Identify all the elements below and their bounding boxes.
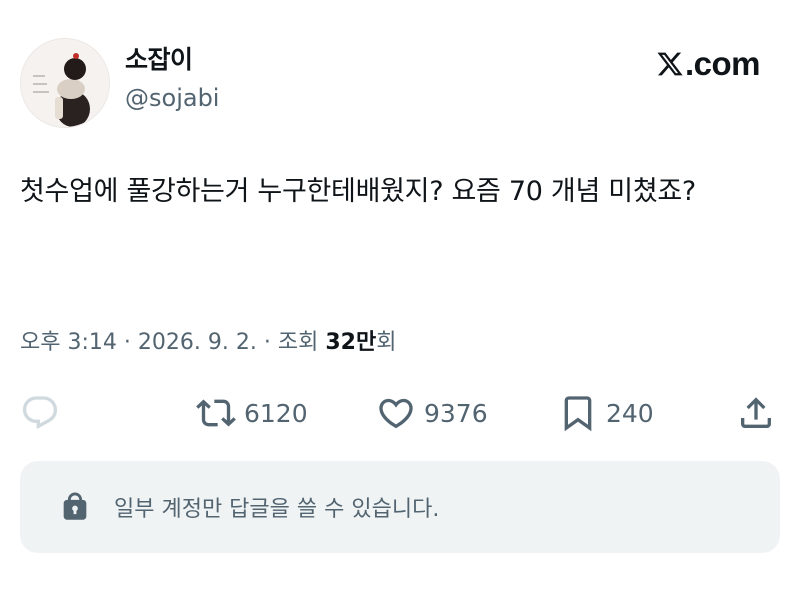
reply-restriction-notice: 일부 계정만 답글을 쓸 수 있습니다.: [20, 461, 780, 553]
avatar-image: [21, 39, 109, 127]
reply-icon: [22, 396, 58, 430]
views-label: 조회: [277, 330, 319, 355]
retweet-button[interactable]: 6120: [196, 388, 308, 438]
tweet-text: 첫수업에 풀강하는거 누구한테배웠지? 요즘 70 개념 미쳤죠?: [20, 176, 696, 207]
brand-domain: .com: [684, 45, 761, 82]
reply-button[interactable]: [20, 388, 60, 438]
lock-icon: [63, 492, 87, 520]
like-count: 9376: [424, 398, 488, 428]
tweet-time[interactable]: 오후 3:14: [20, 330, 117, 355]
bookmark-button[interactable]: 240: [558, 388, 654, 438]
views-count: 32만: [325, 330, 377, 355]
reply-restriction-text: 일부 계정만 답글을 쓸 수 있습니다.: [114, 497, 440, 522]
action-bar: 6120 9376 240: [20, 388, 780, 438]
bookmark-icon: [564, 396, 592, 432]
share-icon: [741, 397, 771, 428]
x-logo-brand: .com: [656, 42, 761, 86]
tweet-meta: 오후 3:14 · 2026. 9. 2. · 조회 32만회: [20, 327, 396, 359]
user-handle[interactable]: @sojabi: [125, 82, 219, 114]
x-logo-icon: [657, 52, 683, 76]
retweet-icon: [196, 399, 236, 427]
views-suffix: 회: [376, 330, 397, 355]
heart-icon: [379, 398, 413, 429]
meta-separator: ·: [123, 330, 131, 355]
like-button[interactable]: 9376: [376, 388, 488, 438]
avatar[interactable]: [20, 38, 110, 128]
share-button[interactable]: [736, 388, 776, 438]
retweet-count: 6120: [244, 398, 308, 428]
meta-separator: ·: [263, 330, 271, 355]
tweet-date[interactable]: 2026. 9. 2.: [138, 330, 257, 355]
bookmark-count: 240: [606, 398, 654, 428]
display-name[interactable]: 소잡이: [125, 44, 193, 76]
